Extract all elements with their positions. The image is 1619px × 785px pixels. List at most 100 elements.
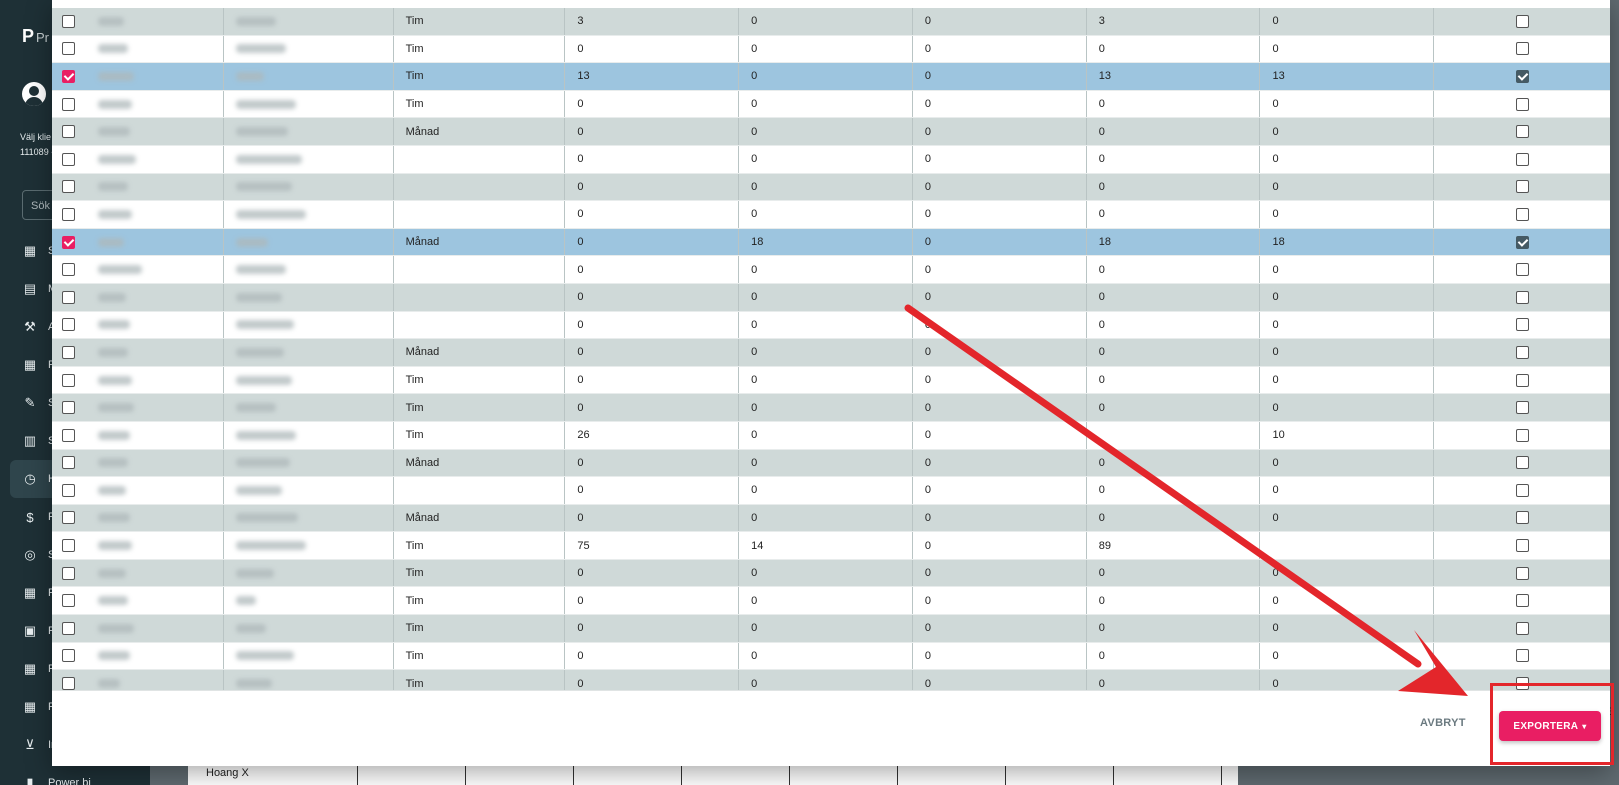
export-checkbox-cell xyxy=(1434,422,1610,449)
table-row[interactable]: Tim 0 0 0 0 0 xyxy=(52,642,1610,671)
export-checkbox[interactable] xyxy=(1515,318,1529,332)
client-id: 111089 - xyxy=(20,147,55,157)
table-row[interactable]: Tim 0 0 0 0 0 xyxy=(52,615,1610,643)
export-checkbox[interactable] xyxy=(1515,180,1529,194)
table-row[interactable]: 00000 xyxy=(52,256,1610,284)
table-row[interactable]: Månad 0 18 0 18 18 xyxy=(52,228,1610,257)
value-cell: 0 xyxy=(739,256,913,283)
export-checkbox[interactable] xyxy=(1515,428,1529,442)
table-row[interactable]: Tim 75 14 0 89 xyxy=(52,532,1610,560)
row-checkbox[interactable] xyxy=(62,235,75,249)
export-checkbox[interactable] xyxy=(1515,290,1529,304)
export-checkbox[interactable] xyxy=(1515,345,1529,359)
row-checkbox[interactable] xyxy=(62,373,75,387)
avatar[interactable] xyxy=(22,82,46,106)
row-checkbox[interactable] xyxy=(62,207,75,221)
table-row[interactable]: Månad 0 0 0 0 0 xyxy=(52,504,1610,533)
row-checkbox[interactable] xyxy=(62,483,75,497)
row-checkbox[interactable] xyxy=(62,125,75,139)
value-cell: 0 xyxy=(565,283,740,311)
row-checkbox[interactable] xyxy=(62,263,75,277)
row-checkbox[interactable] xyxy=(62,677,75,691)
row-checkbox[interactable] xyxy=(62,345,75,359)
export-checkbox[interactable] xyxy=(1515,401,1529,415)
export-checkbox[interactable] xyxy=(1515,511,1529,525)
table-row[interactable]: 00000 xyxy=(52,283,1610,312)
value-cell: 0 xyxy=(1087,394,1261,421)
employee-id-cell xyxy=(86,35,224,63)
table-row[interactable]: Månad 0 0 0 0 0 xyxy=(52,339,1610,367)
background-row-label: Hoang X xyxy=(188,764,358,785)
export-checkbox[interactable] xyxy=(1515,483,1529,497)
table-row[interactable]: 00000 xyxy=(52,145,1610,174)
export-checkbox[interactable] xyxy=(1515,456,1529,470)
row-checkbox[interactable] xyxy=(62,318,75,332)
row-checkbox[interactable] xyxy=(62,14,75,28)
app-logo[interactable]: P Pr xyxy=(22,26,49,47)
row-checkbox[interactable] xyxy=(62,539,75,553)
row-checkbox[interactable] xyxy=(62,428,75,442)
table-row[interactable]: Tim 26 0 0 10 xyxy=(52,421,1610,450)
export-checkbox[interactable] xyxy=(1515,42,1529,56)
table-row[interactable]: Tim 0 0 0 0 0 xyxy=(52,587,1610,616)
table-row[interactable]: 00000 xyxy=(52,477,1610,505)
cancel-button[interactable]: AVBRYT xyxy=(1420,717,1466,729)
row-checkbox[interactable] xyxy=(62,290,75,304)
row-checkbox[interactable] xyxy=(62,594,75,608)
value-cell: 0 xyxy=(1260,283,1435,311)
row-checkbox[interactable] xyxy=(62,180,75,194)
table-row[interactable]: Månad 0 0 0 0 0 xyxy=(52,449,1610,478)
redacted-text xyxy=(235,154,302,164)
row-checkbox[interactable] xyxy=(62,649,75,663)
table-row[interactable]: Tim 0 0 0 0 0 xyxy=(52,394,1610,422)
value-cell: 0 xyxy=(1087,366,1261,394)
value-cell: 0 xyxy=(1087,35,1261,63)
value-cell: 0 xyxy=(739,559,913,587)
export-checkbox[interactable] xyxy=(1515,14,1529,28)
employee-name-cell xyxy=(224,311,394,339)
export-checkbox[interactable] xyxy=(1515,97,1529,111)
row-checkbox[interactable] xyxy=(62,152,75,166)
value-cell: 0 xyxy=(565,615,740,642)
value-cell: 13 xyxy=(565,63,740,90)
table-row[interactable]: 00000 xyxy=(52,201,1610,229)
table-row[interactable]: Tim 0 0 0 0 0 xyxy=(52,35,1610,64)
export-checkbox[interactable] xyxy=(1515,594,1529,608)
calendar-icon: ▦ xyxy=(23,699,37,714)
row-checkbox[interactable] xyxy=(62,566,75,580)
row-checkbox[interactable] xyxy=(62,69,75,83)
row-checkbox[interactable] xyxy=(62,511,75,525)
row-select-cell xyxy=(52,422,86,449)
sidebar-item[interactable]: ▮ Power bi xyxy=(0,764,150,785)
row-checkbox[interactable] xyxy=(62,42,75,56)
table-row[interactable]: 00000 xyxy=(52,311,1610,340)
export-checkbox[interactable] xyxy=(1515,125,1529,139)
value-cell: 0 xyxy=(913,504,1087,532)
table-row[interactable]: Tim 13 0 0 13 13 xyxy=(52,63,1610,91)
export-checkbox[interactable] xyxy=(1515,649,1529,663)
redacted-text xyxy=(97,320,130,330)
export-checkbox[interactable] xyxy=(1515,539,1529,553)
row-checkbox[interactable] xyxy=(62,97,75,111)
export-checkbox[interactable] xyxy=(1515,235,1529,249)
table-row[interactable]: Tim 0 0 0 0 0 xyxy=(52,90,1610,119)
export-checkbox[interactable] xyxy=(1515,69,1529,83)
table-row[interactable]: Tim 0 0 0 0 0 xyxy=(52,366,1610,395)
export-checkbox[interactable] xyxy=(1515,566,1529,580)
export-checkbox[interactable] xyxy=(1515,263,1529,277)
export-checkbox[interactable] xyxy=(1515,621,1529,635)
export-checkbox[interactable] xyxy=(1515,373,1529,387)
row-checkbox[interactable] xyxy=(62,456,75,470)
export-checkbox[interactable] xyxy=(1515,207,1529,221)
employee-name-cell xyxy=(224,587,394,615)
row-checkbox[interactable] xyxy=(62,401,75,415)
table-row[interactable]: Månad 0 0 0 0 0 xyxy=(52,118,1610,146)
row-select-cell xyxy=(52,174,86,201)
client-selector[interactable]: Välj klie 111089 - xyxy=(20,130,54,160)
table-row[interactable]: Tim 3 0 0 3 0 xyxy=(52,8,1610,36)
employee-id-cell xyxy=(86,449,224,477)
export-checkbox[interactable] xyxy=(1515,152,1529,166)
table-row[interactable]: 00000 xyxy=(52,173,1610,202)
row-checkbox[interactable] xyxy=(62,621,75,635)
table-row[interactable]: Tim 0 0 0 0 0 xyxy=(52,559,1610,588)
